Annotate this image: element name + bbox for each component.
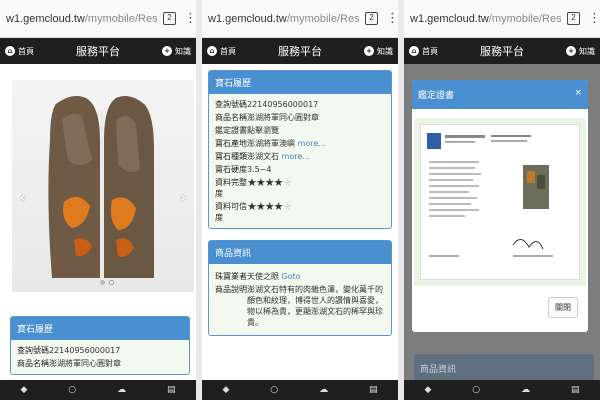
info-row: 資料可信度 ★★★★★: [215, 200, 385, 224]
cloud-icon[interactable]: ☁: [521, 385, 530, 395]
home-button[interactable]: ⌂ 首頁: [409, 46, 438, 57]
modal-title: 鑑定證書: [418, 91, 455, 101]
info-row: 寶石硬度 3.5~4: [215, 165, 272, 174]
info-row: 珠寶業者 天使之眼 Goto: [215, 272, 301, 281]
tab-count-button[interactable]: 2: [163, 12, 176, 25]
carousel-dots[interactable]: [100, 280, 114, 285]
url-text[interactable]: w1.gemcloud.tw/mymobile/Res: [208, 13, 359, 25]
browser-address-bar[interactable]: w1.gemcloud.tw/mymobile/Res 2 ⋮: [202, 0, 398, 38]
panel-title: 寶石履歷: [209, 71, 391, 94]
panel-title: 商品資訊: [209, 241, 391, 264]
info-row: 商品說明 澎湖文石特有的肉雜色澤，變化萬千的顏色和紋理，博得世人的讚情與喜愛，物以…: [215, 285, 383, 327]
page-content: 寶石履歷 查詢號碼 22140956000017 商品名稱 澎湖將軍同心圓對章 鑑定…: [202, 64, 398, 380]
plus-icon: +: [364, 46, 374, 56]
bottom-toolbar: ◆ ○ ☁ ▤: [0, 380, 196, 400]
carousel-next-icon[interactable]: ›: [180, 190, 186, 206]
tab-count-button[interactable]: 2: [567, 12, 580, 25]
home-button[interactable]: ⌂ 首頁: [207, 46, 236, 57]
nav-title: 服務平台: [278, 45, 322, 58]
info-row: 查詢號碼 22140956000017: [17, 346, 121, 355]
product-panel: 商品資訊 珠寶業者 天使之眼 Goto 商品說明 澎湖文石特有的肉雜色澤，變化萬千的…: [208, 240, 392, 336]
certificate-modal: 鑑定證書 × 關閉: [412, 80, 588, 332]
knowledge-button[interactable]: + 知識: [566, 46, 595, 57]
diamond-icon[interactable]: ◆: [424, 385, 431, 395]
tab-count-button[interactable]: 2: [365, 12, 378, 25]
browser-address-bar[interactable]: w1.gemcloud.tw/mymobile/Res 2 ⋮: [0, 0, 196, 38]
browser-menu-icon[interactable]: ⋮: [588, 11, 600, 26]
ring-icon[interactable]: ○: [68, 385, 76, 395]
plus-icon: +: [566, 46, 576, 56]
ring-icon[interactable]: ○: [270, 385, 278, 395]
gemstone-photo: [48, 96, 154, 278]
app-nav: ⌂ 首頁 服務平台 + 知識: [0, 38, 196, 64]
home-icon: ⌂: [207, 46, 217, 56]
type-more-link[interactable]: more...: [282, 152, 310, 161]
app-nav: ⌂ 首頁 服務平台 + 知識: [404, 38, 600, 64]
diamond-icon[interactable]: ◆: [20, 385, 27, 395]
gemstone-panel: 寶石履歷 查詢號碼 22140956000017 商品名稱 澎湖將軍同心圓對章: [10, 316, 190, 375]
info-row: 查詢號碼 22140956000017: [215, 100, 319, 109]
info-row: 商品名稱 澎湖將軍同心圓對章: [17, 359, 121, 368]
origin-more-link[interactable]: more...: [298, 139, 326, 148]
knowledge-button[interactable]: + 知識: [162, 46, 191, 57]
nav-title: 服務平台: [480, 45, 524, 58]
nav-title: 服務平台: [76, 45, 120, 58]
product-image-carousel[interactable]: ‹ ›: [12, 80, 194, 292]
screenshot: w1.gemcloud.tw/mymobile/Res 2 ⋮ ⌂ 首頁 服務平台…: [0, 0, 600, 400]
url-text[interactable]: w1.gemcloud.tw/mymobile/Res: [6, 13, 157, 25]
home-button[interactable]: ⌂ 首頁: [5, 46, 34, 57]
page-content: ‹ › 寶石履歷 查詢號碼 22140956000017 商品名稱 澎湖將軍同心圓對…: [0, 64, 196, 380]
info-row: 寶石種類 澎湖文石 more...: [215, 152, 310, 161]
certificate-document: [427, 133, 553, 257]
home-icon: ⌂: [409, 46, 419, 56]
phone-screen-certificate: w1.gemcloud.tw/mymobile/Res 2 ⋮ ⌂ 首頁 服務平台…: [404, 0, 600, 400]
diamond-icon[interactable]: ◆: [222, 385, 229, 395]
certificate-link[interactable]: 點擊瀏覽: [247, 125, 385, 136]
bottom-toolbar: ◆ ○ ☁ ▤: [202, 380, 398, 400]
plus-icon: +: [162, 46, 172, 56]
panel-title: 寶石履歷: [11, 317, 189, 340]
reliability-stars: ★★★★★: [247, 200, 292, 213]
url-text[interactable]: w1.gemcloud.tw/mymobile/Res: [410, 13, 561, 25]
cloud-icon[interactable]: ☁: [319, 385, 328, 395]
browser-address-bar[interactable]: w1.gemcloud.tw/mymobile/Res 2 ⋮: [404, 0, 600, 38]
cart-icon[interactable]: ▤: [369, 385, 378, 395]
modal-header: 鑑定證書 ×: [412, 80, 588, 109]
info-row: 寶石產地 澎湖將軍澳嶼 more...: [215, 139, 326, 148]
ring-icon[interactable]: ○: [472, 385, 480, 395]
cart-icon[interactable]: ▤: [167, 385, 176, 395]
cart-icon[interactable]: ▤: [571, 385, 580, 395]
info-row: 資料完整度 ★★★★★: [215, 176, 385, 200]
product-description: 澎湖文石特有的肉雜色澤，變化萬千的顏色和紋理，博得世人的讚情與喜愛，物以稀為貴，…: [247, 285, 383, 327]
knowledge-button[interactable]: + 知識: [364, 46, 393, 57]
bottom-toolbar: ◆ ○ ☁ ▤: [404, 380, 600, 400]
browser-menu-icon[interactable]: ⋮: [386, 11, 398, 26]
app-nav: ⌂ 首頁 服務平台 + 知識: [202, 38, 398, 64]
close-button[interactable]: 關閉: [548, 297, 578, 318]
browser-menu-icon[interactable]: ⋮: [184, 11, 196, 26]
info-row: 商品名稱 澎湖將軍同心圓對章: [215, 113, 319, 122]
home-icon: ⌂: [5, 46, 15, 56]
seller-goto-link[interactable]: Goto: [282, 272, 301, 281]
gemstone-panel: 寶石履歷 查詢號碼 22140956000017 商品名稱 澎湖將軍同心圓對章 鑑定…: [208, 70, 392, 229]
cloud-icon[interactable]: ☁: [117, 385, 126, 395]
carousel-prev-icon[interactable]: ‹: [20, 190, 26, 206]
info-row: 鑑定證書 點擊瀏覽: [215, 124, 385, 137]
certificate-image: [420, 124, 580, 280]
close-icon[interactable]: ×: [574, 88, 582, 101]
phone-screen-gallery: w1.gemcloud.tw/mymobile/Res 2 ⋮ ⌂ 首頁 服務平台…: [0, 0, 196, 400]
phone-screen-details: w1.gemcloud.tw/mymobile/Res 2 ⋮ ⌂ 首頁 服務平台…: [202, 0, 398, 400]
completeness-stars: ★★★★★: [247, 176, 292, 189]
